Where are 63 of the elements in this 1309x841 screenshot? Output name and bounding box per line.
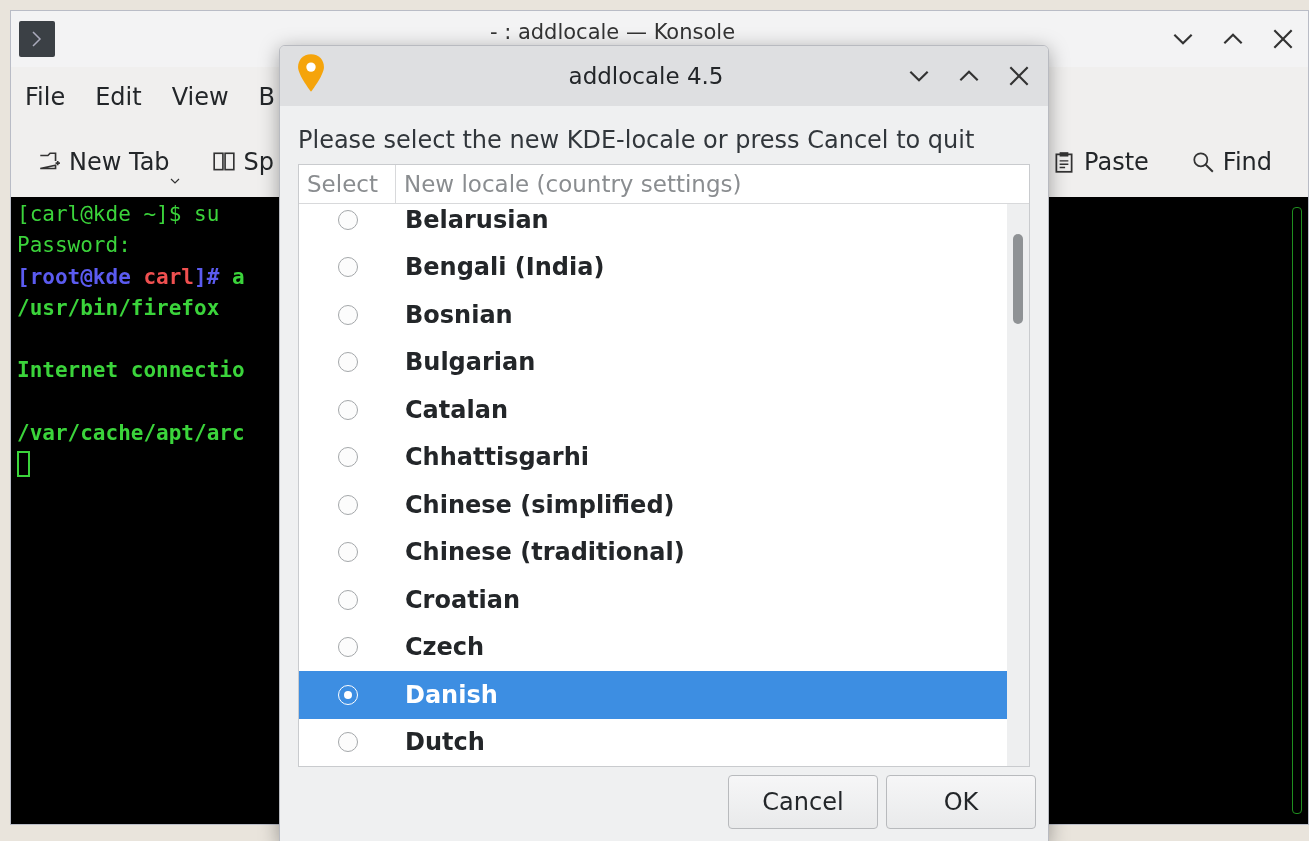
radio-button[interactable] — [338, 257, 358, 278]
locale-name: Danish — [404, 680, 498, 709]
map-pin-icon — [296, 53, 326, 93]
list-row[interactable]: Chhattisgarhi — [299, 433, 1007, 481]
radio-button[interactable] — [338, 209, 358, 230]
list-row[interactable]: Czech — [299, 623, 1007, 671]
dialog-button[interactable]: Cancel — [728, 775, 878, 829]
toolbar-button[interactable]: New Tab — [37, 144, 182, 180]
list-row[interactable]: Chinese (traditional) — [299, 528, 1007, 576]
toolbar-button[interactable]: Paste — [1052, 144, 1161, 180]
locale-name: Dutch — [404, 728, 485, 757]
locale-name: Chinese (simplified) — [404, 490, 675, 519]
locale-name: Catalan — [404, 395, 508, 424]
menu-item[interactable]: File — [25, 83, 66, 111]
locale-name: Chinese (traditional) — [404, 538, 685, 567]
list-row[interactable]: Bulgarian — [299, 338, 1007, 386]
scrollbar-icon[interactable] — [1292, 207, 1302, 814]
radio-button[interactable] — [338, 732, 358, 753]
search-icon — [1190, 150, 1215, 174]
terminal-app-icon — [19, 21, 55, 57]
radio-button[interactable] — [338, 399, 358, 420]
radio-button[interactable] — [338, 542, 358, 563]
dialog-button[interactable]: OK — [886, 775, 1036, 829]
scrollbar-track[interactable] — [1007, 204, 1029, 766]
terminal-text: /usr/bin/firefox — [17, 295, 220, 320]
caret-icon — [169, 178, 180, 184]
terminal-text: /var/cache/apt/arc — [17, 421, 245, 446]
instruction-text: Please select the new KDE-locale or press Cancel to quit — [298, 126, 976, 154]
locale-name: Belarusian — [404, 205, 549, 234]
list-row[interactable]: Bosnian — [299, 291, 1007, 339]
toolbar-button[interactable]: Find — [1190, 144, 1284, 180]
radio-button[interactable] — [338, 304, 358, 325]
list-row[interactable]: Croatian — [299, 576, 1007, 624]
radio-button[interactable] — [338, 494, 358, 515]
dialog-title: addlocale 4.5 — [567, 63, 725, 89]
toolbar-button[interactable]: Sp — [211, 144, 287, 180]
locale-name: Bosnian — [404, 300, 513, 329]
menu-item[interactable]: B — [258, 83, 276, 111]
scrollbar-thumb[interactable] — [1013, 234, 1023, 324]
terminal-text: carl — [143, 264, 194, 289]
list-row[interactable]: Bengali (India) — [299, 243, 1007, 291]
locale-name: Croatian — [404, 585, 521, 614]
terminal-text: Password: — [17, 233, 131, 258]
terminal-text: [carl@kde ~]$ su — [17, 202, 220, 226]
terminal-text: ]# — [194, 264, 221, 289]
radio-button[interactable] — [338, 352, 358, 373]
radio-button[interactable] — [338, 447, 358, 468]
list-row[interactable]: Dutch — [299, 718, 1007, 766]
locale-name: Bengali (India) — [404, 253, 605, 282]
locale-name: Bulgarian — [404, 348, 536, 377]
locale-name: Czech — [404, 633, 485, 662]
terminal-text: a — [231, 264, 245, 289]
radio-button[interactable] — [338, 637, 358, 658]
window-title: - : addlocale — Konsole — [488, 19, 737, 44]
menu-item[interactable]: View — [171, 83, 229, 111]
terminal-text: [root@kde — [17, 264, 132, 289]
list-row[interactable]: Belarusian — [299, 204, 1007, 244]
list-row[interactable]: Chinese (simplified) — [299, 481, 1007, 529]
terminal-text: Internet connectio — [17, 358, 245, 383]
list-row[interactable]: Catalan — [299, 386, 1007, 434]
locale-name: Chhattisgarhi — [404, 443, 589, 472]
menu-item[interactable]: Edit — [95, 83, 142, 111]
radio-button[interactable] — [338, 589, 358, 610]
